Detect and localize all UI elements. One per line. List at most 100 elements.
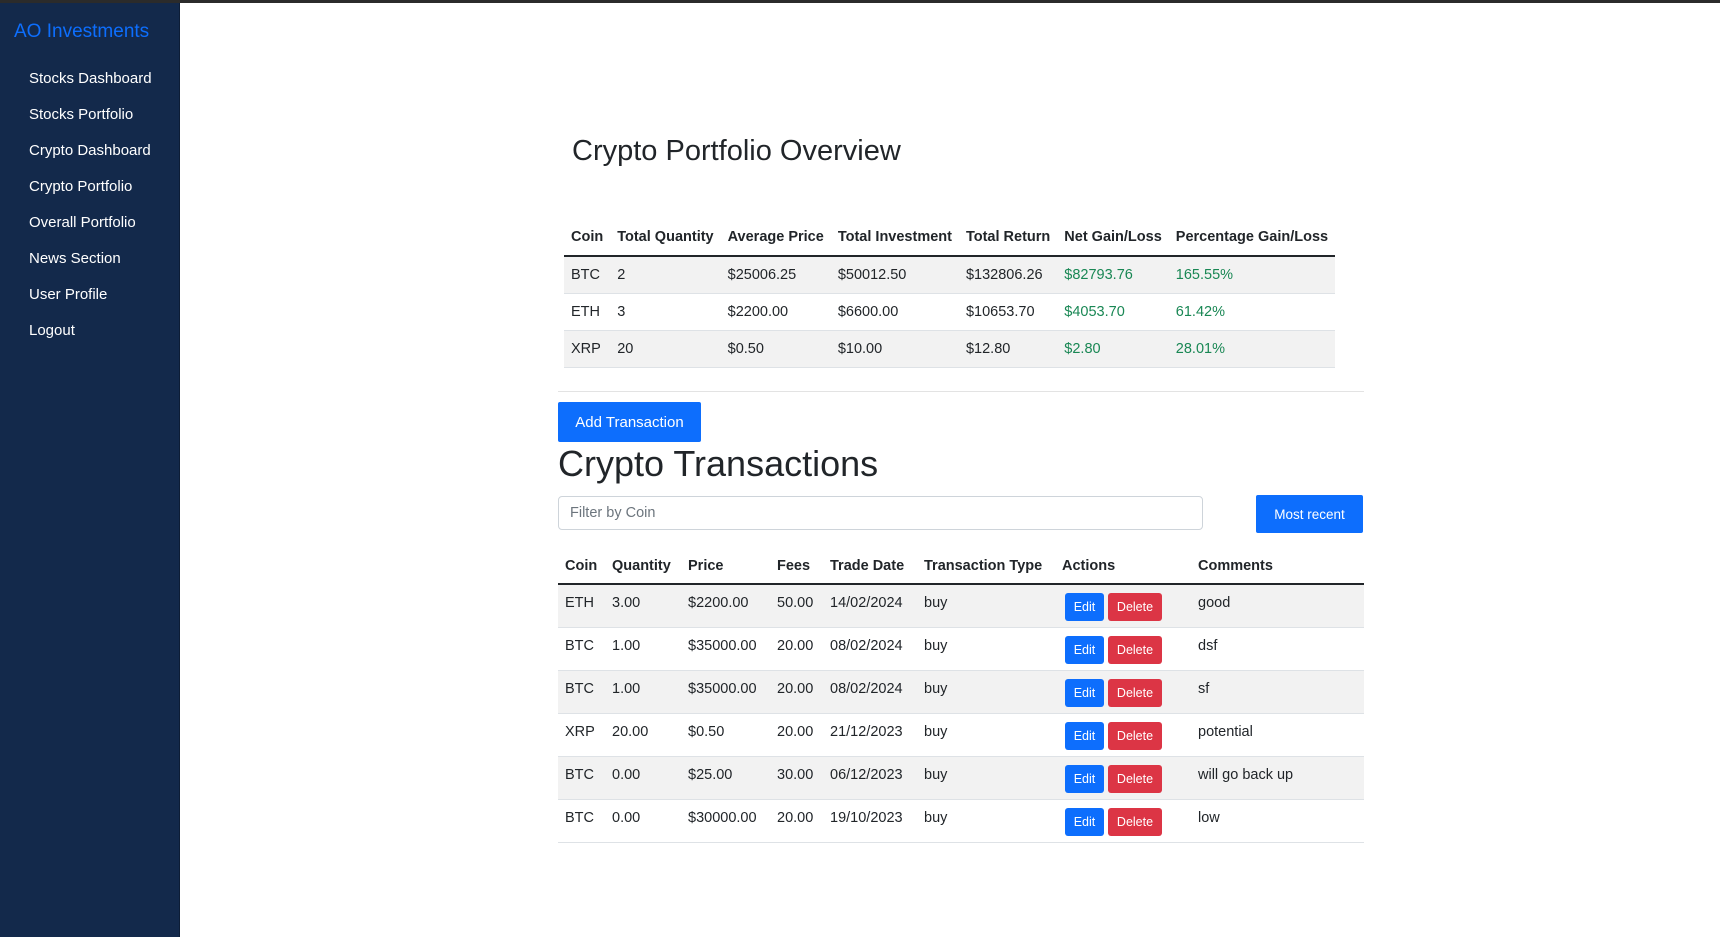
tx-cell-fees: 20.00: [770, 713, 823, 757]
tx-cell-comment: sf: [1191, 670, 1364, 714]
tx-cell-trade-date: 21/12/2023: [823, 713, 917, 757]
tx-cell-coin: ETH: [558, 584, 605, 628]
tx-header-coin: Coin: [558, 548, 605, 585]
tx-cell-quantity: 3.00: [605, 584, 681, 628]
sidebar-item-crypto-portfolio[interactable]: Crypto Portfolio: [29, 173, 152, 209]
tx-cell-trade-date: 19/10/2023: [823, 799, 917, 843]
tx-cell-quantity: 20.00: [605, 713, 681, 757]
overview-row: XRP 20 $0.50 $10.00 $12.80 $2.80 28.01%: [564, 330, 1336, 368]
tx-cell-coin: BTC: [558, 756, 605, 800]
overview-title: Crypto Portfolio Overview: [572, 135, 901, 167]
overview-cell-average-price: $0.50: [720, 330, 831, 368]
delete-button[interactable]: Delete: [1108, 764, 1162, 793]
tx-cell-actions: Edit Delete: [1055, 713, 1191, 757]
edit-button[interactable]: Edit: [1065, 593, 1104, 621]
tx-cell-price: $25.00: [681, 756, 770, 800]
overview-cell-coin: XRP: [564, 330, 611, 368]
overview-cell-coin: BTC: [564, 256, 611, 294]
overview-header-average-price: Average Price: [720, 219, 831, 257]
overview-cell-percentage-gain: 28.01%: [1168, 330, 1336, 368]
overview-cell-average-price: $2200.00: [720, 293, 831, 331]
overview-cell-return: $12.80: [958, 330, 1058, 368]
tx-cell-type: buy: [917, 670, 1055, 714]
sidebar-item-overall-portfolio[interactable]: Overall Portfolio: [29, 209, 152, 245]
section-divider: [558, 391, 1364, 392]
tx-header-trade-date: Trade Date: [823, 548, 917, 585]
overview-header-net-gain-loss: Net Gain/Loss: [1057, 219, 1169, 257]
tx-cell-actions: Edit Delete: [1055, 756, 1191, 800]
tx-cell-comment: low: [1191, 799, 1364, 843]
tx-cell-type: buy: [917, 713, 1055, 757]
delete-button[interactable]: Delete: [1108, 807, 1162, 836]
add-transaction-button[interactable]: Add Transaction: [558, 402, 701, 442]
tx-header-fees: Fees: [770, 548, 823, 585]
edit-button[interactable]: Edit: [1065, 721, 1104, 750]
sidebar-item-stocks-portfolio[interactable]: Stocks Portfolio: [29, 101, 152, 137]
sidebar-item-stocks-dashboard[interactable]: Stocks Dashboard: [29, 65, 152, 101]
tx-cell-fees: 50.00: [770, 584, 823, 628]
tx-cell-type: buy: [917, 627, 1055, 671]
sidebar-item-news-section[interactable]: News Section: [29, 245, 152, 281]
most-recent-button[interactable]: Most recent: [1256, 495, 1363, 533]
overview-cell-quantity: 3: [610, 293, 721, 331]
tx-cell-comment: good: [1191, 584, 1364, 628]
sidebar-item-crypto-dashboard[interactable]: Crypto Dashboard: [29, 137, 152, 173]
delete-button[interactable]: Delete: [1108, 593, 1162, 621]
overview-header-total-investment: Total Investment: [830, 219, 959, 257]
table-row: BTC 1.00 $35000.00 20.00 08/02/2024 buy …: [558, 670, 1364, 714]
tx-cell-comment: dsf: [1191, 627, 1364, 671]
tx-header-price: Price: [681, 548, 770, 585]
tx-cell-quantity: 1.00: [605, 670, 681, 714]
edit-button[interactable]: Edit: [1065, 678, 1104, 707]
tx-cell-coin: BTC: [558, 627, 605, 671]
sidebar: AO Investments Stocks Dashboard Stocks P…: [0, 3, 180, 937]
tx-cell-actions: Edit Delete: [1055, 584, 1191, 628]
overview-row: BTC 2 $25006.25 $50012.50 $132806.26 $82…: [564, 256, 1336, 294]
table-row: ETH 3.00 $2200.00 50.00 14/02/2024 buy E…: [558, 584, 1364, 628]
tx-cell-actions: Edit Delete: [1055, 627, 1191, 671]
overview-cell-return: $10653.70: [958, 293, 1058, 331]
overview-table: Coin Total Quantity Average Price Total …: [564, 219, 1336, 368]
overview-cell-return: $132806.26: [958, 256, 1058, 294]
tx-cell-trade-date: 08/02/2024: [823, 670, 917, 714]
tx-cell-coin: BTC: [558, 670, 605, 714]
tx-cell-quantity: 1.00: [605, 627, 681, 671]
transactions-table: Coin Quantity Price Fees Trade Date Tran…: [558, 548, 1364, 843]
tx-cell-type: buy: [917, 584, 1055, 628]
delete-button[interactable]: Delete: [1108, 678, 1162, 707]
overview-header-percentage-gain-loss: Percentage Gain/Loss: [1168, 219, 1336, 257]
brand-link[interactable]: AO Investments: [14, 21, 149, 43]
tx-cell-price: $2200.00: [681, 584, 770, 628]
edit-button[interactable]: Edit: [1065, 807, 1104, 836]
tx-cell-coin: BTC: [558, 799, 605, 843]
table-row: BTC 0.00 $30000.00 20.00 19/10/2023 buy …: [558, 799, 1364, 843]
transactions-header-row: Coin Quantity Price Fees Trade Date Tran…: [558, 548, 1364, 585]
sidebar-item-logout[interactable]: Logout: [29, 317, 152, 353]
tx-cell-trade-date: 06/12/2023: [823, 756, 917, 800]
sidebar-item-user-profile[interactable]: User Profile: [29, 281, 152, 317]
edit-button[interactable]: Edit: [1065, 635, 1104, 664]
tx-cell-type: buy: [917, 756, 1055, 800]
tx-cell-price: $30000.00: [681, 799, 770, 843]
overview-row: ETH 3 $2200.00 $6600.00 $10653.70 $4053.…: [564, 293, 1336, 331]
sidebar-nav: Stocks Dashboard Stocks Portfolio Crypto…: [29, 65, 152, 353]
overview-cell-percentage-gain: 61.42%: [1168, 293, 1336, 331]
filter-by-coin-input[interactable]: [558, 496, 1203, 530]
tx-cell-fees: 20.00: [770, 670, 823, 714]
tx-cell-price: $35000.00: [681, 627, 770, 671]
edit-button[interactable]: Edit: [1065, 764, 1104, 793]
tx-cell-actions: Edit Delete: [1055, 670, 1191, 714]
overview-cell-net-gain: $82793.76: [1057, 256, 1169, 294]
tx-cell-fees: 20.00: [770, 627, 823, 671]
tx-cell-quantity: 0.00: [605, 799, 681, 843]
overview-cell-net-gain: $4053.70: [1057, 293, 1169, 331]
overview-cell-average-price: $25006.25: [720, 256, 831, 294]
tx-cell-comment: potential: [1191, 713, 1364, 757]
tx-cell-type: buy: [917, 799, 1055, 843]
delete-button[interactable]: Delete: [1108, 721, 1162, 750]
tx-cell-price: $0.50: [681, 713, 770, 757]
delete-button[interactable]: Delete: [1108, 635, 1162, 664]
main-content: Crypto Portfolio Overview Coin Total Qua…: [181, 3, 1720, 937]
tx-cell-fees: 20.00: [770, 799, 823, 843]
tx-cell-coin: XRP: [558, 713, 605, 757]
